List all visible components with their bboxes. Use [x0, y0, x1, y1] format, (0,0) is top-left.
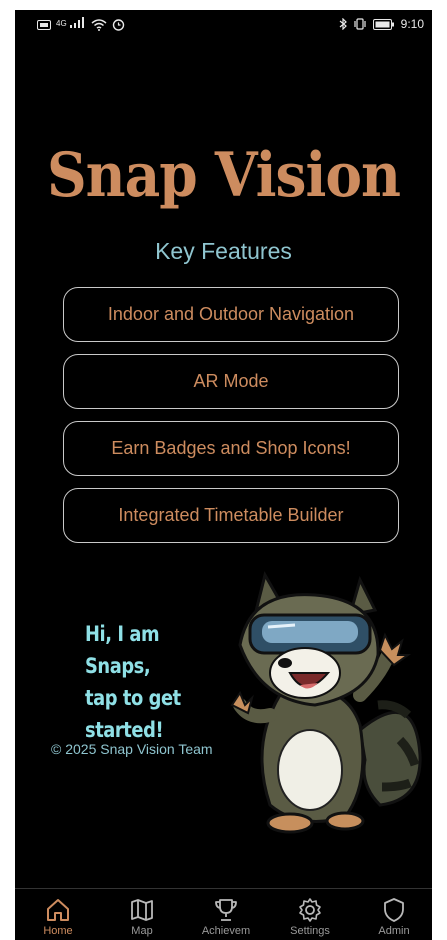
nav-item-achievements[interactable]: Achievem: [186, 897, 266, 937]
bluetooth-icon: [339, 18, 347, 30]
gear-icon: [299, 898, 321, 922]
nav-item-map[interactable]: Map: [102, 897, 182, 937]
nav-label-settings: Settings: [290, 925, 330, 937]
speech-line: Hi, I am Snaps,: [85, 622, 160, 678]
raccoon-head: [238, 571, 380, 707]
mascot-speech-text[interactable]: Hi, I am Snaps, tap to get started!: [85, 618, 213, 746]
feature-button-ar-mode[interactable]: AR Mode: [63, 354, 399, 409]
features-heading: Key Features: [155, 238, 292, 264]
feature-label: Indoor and Outdoor Navigation: [107, 304, 355, 324]
feature-label: Integrated Timetable Builder: [118, 505, 344, 525]
bottom-nav: Home Map Achievem Settings Admin: [15, 888, 432, 940]
feature-label: Earn Badges and Shop Icons!: [111, 438, 351, 458]
trophy-icon: [215, 899, 237, 921]
nfc-icon: [37, 19, 51, 30]
phone-screen: 4G 9:10 Snap Vision Key Features Indoor …: [15, 10, 432, 940]
alarm-icon: [112, 19, 124, 31]
raccoon-mascot-icon[interactable]: [210, 555, 425, 840]
home-icon: [47, 899, 69, 921]
nav-label-admin: Admin: [378, 925, 410, 937]
feature-button-badges[interactable]: Earn Badges and Shop Icons!: [63, 421, 399, 476]
status-time: 9:10: [400, 17, 424, 31]
feature-label: AR Mode: [193, 371, 269, 391]
vibrate-icon: [354, 18, 366, 30]
nav-item-settings[interactable]: Settings: [270, 897, 350, 937]
nav-item-home[interactable]: Home: [18, 897, 98, 937]
raccoon-tail: [358, 700, 422, 807]
app-title: Snap Vision: [46, 138, 401, 211]
battery-icon: [372, 18, 394, 30]
feature-button-timetable[interactable]: Integrated Timetable Builder: [63, 488, 399, 543]
4g-signal-icon: 4G: [56, 17, 86, 32]
network-type-label: 4G: [56, 19, 67, 28]
nav-label-map: Map: [131, 925, 153, 937]
map-icon: [131, 899, 153, 921]
nav-label-achievements: Achievem: [201, 925, 251, 937]
speech-line: tap to get: [85, 686, 181, 710]
nav-label-home: Home: [43, 925, 73, 937]
feature-button-navigation[interactable]: Indoor and Outdoor Navigation: [63, 287, 399, 342]
shield-icon: [384, 898, 404, 922]
nav-item-admin[interactable]: Admin: [354, 897, 432, 937]
wifi-icon: [91, 18, 107, 31]
copyright-text: © 2025 Snap Vision Team: [51, 741, 213, 757]
status-bar: 4G 9:10: [15, 10, 432, 40]
